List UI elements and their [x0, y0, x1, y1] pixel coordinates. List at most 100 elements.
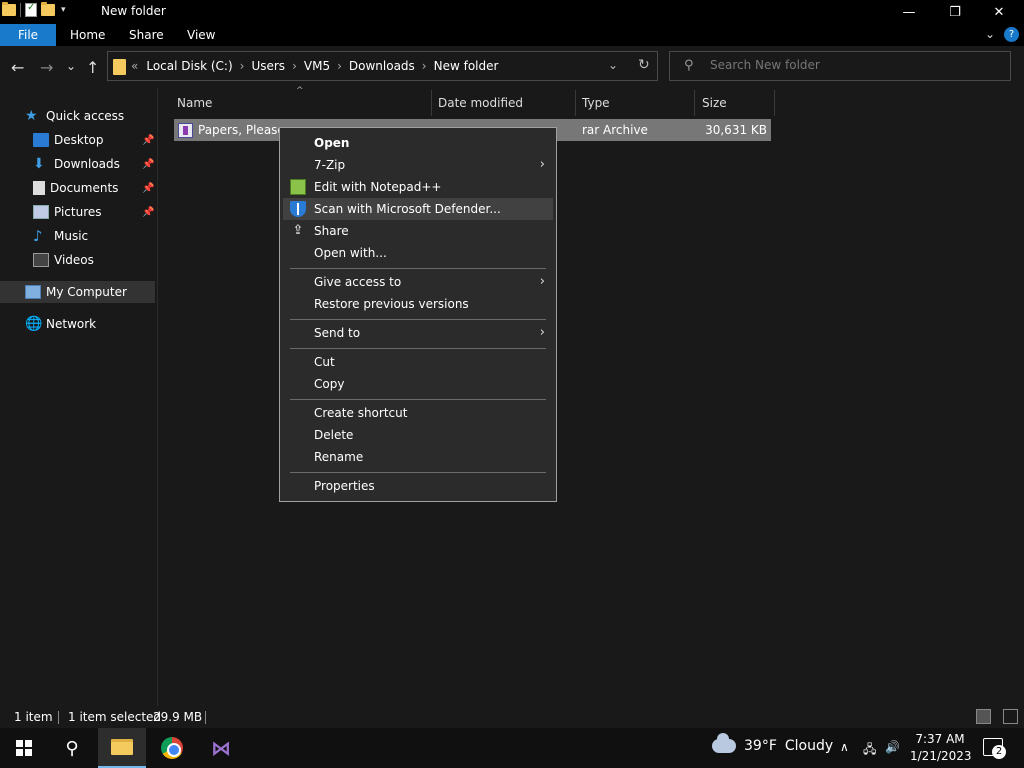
menu-item-7zip[interactable]: 7-Zip ›: [283, 154, 553, 176]
column-divider[interactable]: [431, 90, 432, 116]
menu-item-rename[interactable]: Rename: [283, 446, 553, 468]
tab-share[interactable]: Share: [116, 24, 177, 46]
menu-item-label: Edit with Notepad++: [314, 180, 442, 194]
breadcrumb-users[interactable]: Users: [251, 59, 285, 73]
weather-desc: Cloudy: [784, 738, 834, 754]
sidebar-item-videos[interactable]: Videos: [33, 249, 94, 271]
expand-ribbon-icon[interactable]: ⌄: [985, 27, 995, 41]
breadcrumb-new-folder[interactable]: New folder: [434, 59, 499, 73]
recent-locations-button[interactable]: ⌄: [66, 59, 76, 73]
up-button[interactable]: ↑: [86, 58, 99, 77]
menu-item-share[interactable]: ⇪ Share: [283, 220, 553, 242]
sidebar-item-music[interactable]: ♪ Music: [33, 225, 88, 247]
start-button[interactable]: [0, 728, 48, 768]
column-header-size[interactable]: Size: [702, 90, 727, 116]
weather-temp: 39°F: [744, 738, 777, 754]
sidebar-item-my-computer[interactable]: My Computer: [0, 281, 155, 303]
taskbar-search-button[interactable]: ⚲: [48, 728, 96, 768]
network-status-icon[interactable]: 🖧: [863, 740, 876, 761]
menu-item-give-access[interactable]: Give access to ›: [283, 271, 553, 293]
column-divider[interactable]: [575, 90, 576, 116]
sidebar-item-documents[interactable]: Documents: [33, 177, 118, 199]
new-folder-icon[interactable]: [41, 2, 55, 16]
context-menu: Open 7-Zip › Edit with Notepad++ Scan wi…: [279, 127, 557, 502]
large-icons-view-button[interactable]: [1003, 709, 1018, 724]
menu-item-open[interactable]: Open: [283, 132, 553, 154]
taskbar: ⚲ ⋈ 39°F Cloudy ∧ 🖧 🔊 7:37 AM 1/21/2023 …: [0, 728, 1024, 768]
chevron-right-icon: ›: [539, 274, 545, 289]
menu-item-properties[interactable]: Properties: [283, 475, 553, 497]
column-header-type[interactable]: Type: [582, 90, 610, 116]
address-bar[interactable]: « Local Disk (C:) › Users › VM5 › Downlo…: [107, 51, 658, 81]
menu-item-send-to[interactable]: Send to ›: [283, 322, 553, 344]
tab-home[interactable]: Home: [57, 24, 118, 46]
weather-widget[interactable]: 39°F Cloudy: [712, 733, 834, 754]
menu-item-edit-notepad[interactable]: Edit with Notepad++: [283, 176, 553, 198]
properties-icon[interactable]: [25, 2, 37, 17]
status-selection: 1 item selected: [68, 710, 162, 724]
maximize-button[interactable]: ❐: [932, 0, 978, 24]
chevron-right-icon[interactable]: ›: [422, 59, 427, 73]
menu-item-label: Give access to: [314, 275, 402, 289]
back-button[interactable]: ←: [11, 58, 24, 77]
search-input[interactable]: [710, 58, 1000, 72]
breadcrumb-vm5[interactable]: VM5: [304, 59, 330, 73]
sidebar-item-label: Music: [54, 229, 89, 243]
tab-view[interactable]: View: [174, 24, 228, 46]
chevron-down-icon[interactable]: ⌄: [608, 58, 618, 72]
refresh-icon[interactable]: ↻: [638, 57, 650, 73]
taskbar-chrome[interactable]: [148, 728, 196, 768]
taskbar-visual-studio[interactable]: ⋈: [197, 728, 245, 768]
network-icon: 🌐: [25, 316, 43, 332]
column-divider[interactable]: [774, 90, 775, 116]
music-icon: ♪: [33, 227, 43, 245]
menu-item-create-shortcut[interactable]: Create shortcut: [283, 402, 553, 424]
notepad-plus-plus-icon: [290, 179, 306, 195]
minimize-button[interactable]: —: [886, 0, 932, 24]
forward-button[interactable]: →: [40, 58, 53, 77]
column-header-name[interactable]: Name: [177, 90, 212, 116]
breadcrumb-overflow[interactable]: «: [131, 59, 138, 73]
close-button[interactable]: ✕: [976, 0, 1022, 24]
taskbar-file-explorer[interactable]: [98, 728, 146, 768]
sidebar-item-network[interactable]: 🌐 Network: [25, 313, 96, 335]
customize-toolbar-icon[interactable]: ▾: [61, 5, 66, 15]
clock[interactable]: 7:37 AM 1/21/2023: [910, 731, 972, 765]
menu-item-delete[interactable]: Delete: [283, 424, 553, 446]
chevron-right-icon[interactable]: ›: [337, 59, 342, 73]
chevron-right-icon: ›: [539, 157, 545, 172]
sidebar-item-label: Documents: [50, 181, 119, 195]
star-icon: ★: [25, 108, 38, 124]
menu-item-open-with[interactable]: Open with...: [283, 242, 553, 264]
show-hidden-icons-chevron-up-icon[interactable]: ∧: [840, 740, 849, 754]
file-size: 30,631 KB: [705, 123, 767, 137]
pictures-icon: [33, 205, 49, 219]
menu-item-scan-defender[interactable]: Scan with Microsoft Defender...: [283, 198, 553, 220]
search-box[interactable]: ⚲: [669, 51, 1011, 81]
sidebar-item-downloads[interactable]: ⬇ Downloads: [33, 153, 120, 175]
sort-ascending-icon: ^: [296, 86, 304, 96]
navigation-bar: ← → ⌄ ↑ « Local Disk (C:) › Users › VM5 …: [0, 46, 1024, 88]
chevron-right-icon[interactable]: ›: [292, 59, 297, 73]
sidebar-item-desktop[interactable]: Desktop: [33, 129, 155, 151]
status-item-count: 1 item: [14, 710, 53, 724]
volume-icon[interactable]: 🔊: [885, 740, 900, 754]
help-icon[interactable]: ?: [1004, 27, 1019, 42]
sidebar-item-quick-access[interactable]: ★ Quick access: [25, 105, 124, 127]
chevron-right-icon[interactable]: ›: [240, 59, 245, 73]
tab-file[interactable]: File: [0, 24, 56, 46]
details-view-button[interactable]: [976, 709, 991, 724]
menu-item-copy[interactable]: Copy: [283, 373, 553, 395]
menu-item-cut[interactable]: Cut: [283, 351, 553, 373]
menu-separator: [290, 268, 546, 269]
column-divider[interactable]: [694, 90, 695, 116]
column-header-date-modified[interactable]: Date modified: [438, 90, 523, 116]
file-name: Papers, Please: [198, 123, 285, 137]
sidebar-item-pictures[interactable]: Pictures: [33, 201, 102, 223]
menu-item-label: Send to: [314, 326, 361, 340]
sidebar-item-label: Desktop: [54, 133, 104, 147]
breadcrumb-downloads[interactable]: Downloads: [349, 59, 415, 73]
breadcrumb-local-disk[interactable]: Local Disk (C:): [146, 59, 232, 73]
menu-item-restore-versions[interactable]: Restore previous versions: [283, 293, 553, 315]
clock-date: 1/21/2023: [910, 749, 972, 763]
